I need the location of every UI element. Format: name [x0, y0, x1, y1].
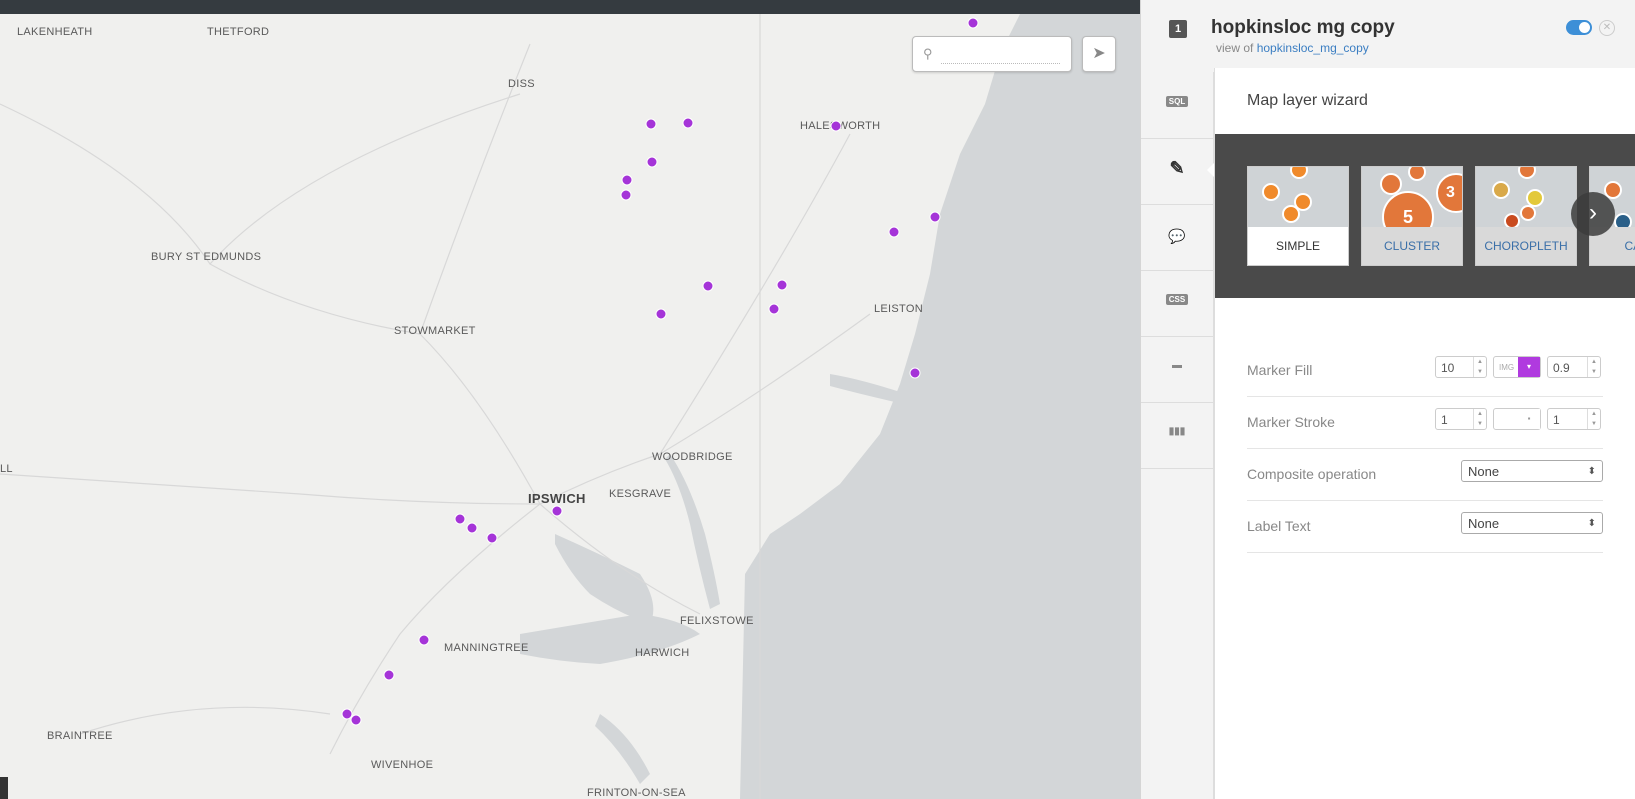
label-text-row: Label Text None ⬍: [1247, 500, 1603, 553]
map-marker[interactable]: [418, 634, 430, 646]
marker-fill-opacity-input[interactable]: 0.9 ▲ ▼: [1547, 356, 1601, 378]
marker-stroke-width-input[interactable]: 1 ▲ ▼: [1435, 408, 1487, 430]
marker-fill-size-input[interactable]: 10 ▲ ▼: [1435, 356, 1487, 378]
comment-icon: 💬: [1168, 228, 1186, 244]
tool-legend[interactable]: ▬: [1141, 336, 1213, 403]
map-marker[interactable]: [621, 174, 633, 186]
panel-toolbar: SQL ✎ 💬 CSS ▬ ▮▮▮: [1141, 72, 1214, 799]
map-marker[interactable]: [682, 117, 694, 129]
wizard-title: Map layer wizard: [1247, 92, 1368, 109]
search-icon: ⚲: [923, 46, 933, 61]
input-value: 1: [1553, 413, 1560, 427]
stepper-icon[interactable]: ▲ ▼: [1587, 357, 1600, 377]
color-swatch[interactable]: ▪: [1518, 409, 1540, 429]
map-marker[interactable]: [702, 280, 714, 292]
row-label: Marker Stroke: [1247, 414, 1335, 430]
map-marker[interactable]: [466, 522, 478, 534]
layer-visibility-toggle[interactable]: [1566, 20, 1592, 35]
map-search-box[interactable]: ⚲: [912, 36, 1072, 72]
layer-panel: 1 hopkinsloc mg copy view of hopkinsloc_…: [1140, 0, 1635, 799]
wizard-type-choropleth[interactable]: CHOROPLETH: [1475, 166, 1577, 266]
map-marker[interactable]: [776, 279, 788, 291]
map-marker[interactable]: [620, 189, 632, 201]
marker-layer: [341, 17, 979, 726]
marker-stroke-color-picker[interactable]: ▪: [1493, 408, 1541, 430]
map-canvas[interactable]: LAKENHEATH THETFORD DISS HALESWORTH BURY…: [0, 14, 1140, 799]
map-marker[interactable]: [350, 714, 362, 726]
stepper-icon[interactable]: ▲ ▼: [1473, 357, 1486, 377]
search-input[interactable]: [941, 45, 1060, 64]
choropleth-thumbnail: [1476, 167, 1576, 227]
stepper-icon[interactable]: ▲ ▼: [1473, 409, 1486, 429]
marker-fill-color-picker[interactable]: IMG ▾: [1493, 356, 1541, 378]
marker-fill-row: Marker Fill 10 ▲ ▼ IMG ▾ 0.9 ▲ ▼: [1247, 344, 1603, 397]
css-icon: CSS: [1165, 294, 1189, 305]
map-marker[interactable]: [454, 513, 466, 525]
brush-icon: ✎: [1169, 158, 1185, 178]
map-marker[interactable]: [383, 669, 395, 681]
select-arrows-icon: ⬍: [1587, 518, 1596, 529]
img-label: IMG: [1499, 363, 1515, 372]
layer-title[interactable]: hopkinsloc mg copy: [1211, 17, 1395, 39]
map-marker[interactable]: [645, 118, 657, 130]
cluster-count: 3: [1436, 173, 1462, 213]
map-marker[interactable]: [967, 17, 979, 29]
select-value: None: [1468, 464, 1500, 479]
tool-filters[interactable]: ▮▮▮: [1141, 402, 1213, 469]
cluster-thumbnail: 5 3: [1362, 167, 1462, 227]
wizard-type-carousel: SIMPLE 5 3 CLUSTER CHOROPLETH C ›: [1215, 134, 1635, 298]
map-marker[interactable]: [655, 308, 667, 320]
label-text-select[interactable]: None ⬍: [1461, 512, 1603, 534]
wizard-type-label: SIMPLE: [1248, 227, 1348, 265]
marker-stroke-opacity-input[interactable]: 1 ▲ ▼: [1547, 408, 1601, 430]
legend-icon: ▬: [1172, 360, 1182, 371]
remove-layer-button[interactable]: ✕: [1599, 20, 1615, 36]
composite-operation-select[interactable]: None ⬍: [1461, 460, 1603, 482]
wizard-type-cluster[interactable]: 5 3 CLUSTER: [1361, 166, 1463, 266]
map-marker[interactable]: [551, 505, 563, 517]
input-value: 1: [1441, 413, 1448, 427]
map-corner-control[interactable]: [0, 777, 8, 799]
map-marker[interactable]: [341, 708, 353, 720]
tool-infowindow[interactable]: 💬: [1141, 204, 1213, 271]
map-marker[interactable]: [646, 156, 658, 168]
paper-plane-icon: ➤: [1092, 45, 1106, 62]
color-swatch[interactable]: ▾: [1518, 357, 1540, 377]
source-table-link[interactable]: hopkinsloc_mg_copy: [1257, 41, 1369, 55]
wizard-type-simple[interactable]: SIMPLE: [1247, 166, 1349, 266]
select-value: None: [1468, 516, 1500, 531]
input-value: 10: [1441, 361, 1455, 375]
top-bar: [0, 0, 1140, 14]
carousel-next-button[interactable]: ›: [1571, 192, 1615, 236]
cluster-count: 5: [1382, 191, 1434, 227]
histogram-icon: ▮▮▮: [1168, 426, 1186, 437]
map-marker[interactable]: [929, 211, 941, 223]
row-label: Marker Fill: [1247, 362, 1313, 378]
sql-icon: SQL: [1165, 96, 1189, 107]
wizard-pane: Map layer wizard SIMPLE 5 3 CLUSTER CHOR…: [1214, 68, 1635, 799]
map-marker[interactable]: [768, 303, 780, 315]
tool-sql[interactable]: SQL: [1141, 72, 1213, 139]
stepper-icon[interactable]: ▲ ▼: [1587, 409, 1600, 429]
select-arrows-icon: ⬍: [1587, 466, 1596, 477]
view-of-prefix: view of: [1216, 41, 1254, 55]
tool-css[interactable]: CSS: [1141, 270, 1213, 337]
view-of-text: view of hopkinsloc_mg_copy: [1216, 41, 1369, 55]
row-label: Label Text: [1247, 518, 1311, 534]
map-marker[interactable]: [830, 120, 842, 132]
marker-stroke-row: Marker Stroke 1 ▲ ▼ ▪ 1 ▲ ▼: [1247, 396, 1603, 449]
wizard-type-label: CHOROPLETH: [1484, 239, 1568, 253]
composite-operation-row: Composite operation None ⬍: [1247, 448, 1603, 501]
row-label: Composite operation: [1247, 466, 1377, 482]
map-marker[interactable]: [888, 226, 900, 238]
map-marker[interactable]: [486, 532, 498, 544]
layer-number-badge: 1: [1169, 20, 1187, 38]
input-value: 0.9: [1553, 361, 1570, 375]
simple-thumbnail: [1248, 167, 1348, 227]
chevron-right-icon: ›: [1589, 199, 1597, 226]
share-button[interactable]: ➤: [1082, 36, 1116, 72]
tool-wizard[interactable]: ✎: [1141, 138, 1213, 205]
wizard-type-label: CLUSTER: [1383, 239, 1440, 253]
map-marker[interactable]: [909, 367, 921, 379]
